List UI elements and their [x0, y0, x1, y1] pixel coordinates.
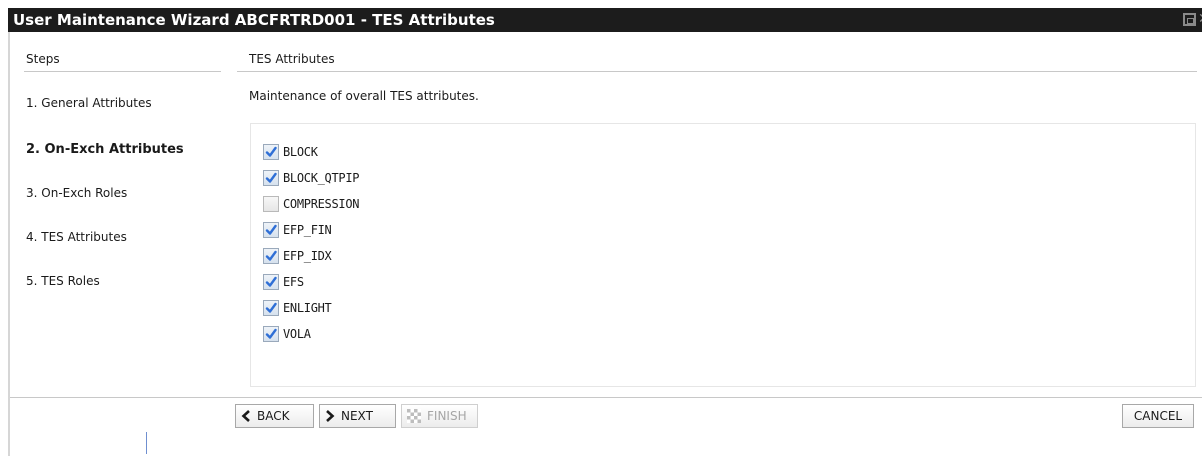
checkmark-icon	[265, 328, 277, 339]
cancel-button[interactable]: CANCEL	[1122, 404, 1194, 428]
checkbox-row-efs[interactable]: EFS	[263, 272, 304, 292]
checkmark-icon	[265, 276, 277, 287]
back-button-label: BACK	[257, 409, 290, 423]
checkbox-label: EFP_FIN	[283, 223, 332, 237]
step-tes-roles[interactable]: 5. TES Roles	[26, 274, 100, 288]
step-tes-attributes[interactable]: 4. TES Attributes	[26, 230, 127, 244]
back-button[interactable]: BACK	[235, 404, 314, 428]
checkered-flag-icon	[407, 409, 421, 423]
checkbox-row-block-qtpip[interactable]: BLOCK_QTPIP	[263, 168, 359, 188]
checkbox-label: BLOCK	[283, 145, 318, 159]
checkbox-row-efp-idx[interactable]: EFP_IDX	[263, 246, 332, 266]
checkbox-label: EFP_IDX	[283, 249, 332, 263]
checkbox[interactable]	[263, 248, 279, 264]
checkmark-icon	[265, 172, 277, 183]
next-button-label: NEXT	[341, 409, 373, 423]
step-on-exch-roles[interactable]: 3. On-Exch Roles	[26, 186, 127, 200]
step-general-attributes[interactable]: 1. General Attributes	[26, 96, 152, 110]
window-title: User Maintenance Wizard ABCFRTRD001 - TE…	[13, 11, 495, 29]
checkbox[interactable]	[263, 300, 279, 316]
checkbox-row-block[interactable]: BLOCK	[263, 142, 318, 162]
steps-header: Steps	[26, 52, 60, 66]
checkbox[interactable]	[263, 326, 279, 342]
checkbox-label: EFS	[283, 275, 304, 289]
checkbox-label: ENLIGHT	[283, 301, 332, 315]
window-left-border	[8, 32, 10, 456]
text-cursor	[146, 432, 147, 454]
checkbox[interactable]	[263, 170, 279, 186]
cancel-button-label: CANCEL	[1133, 409, 1183, 423]
checkmark-icon	[265, 146, 277, 157]
attributes-panel	[250, 123, 1196, 387]
checkbox-label: BLOCK_QTPIP	[283, 171, 360, 185]
window-titlebar: User Maintenance Wizard ABCFRTRD001 - TE…	[8, 8, 1202, 32]
chevron-right-icon	[325, 410, 335, 422]
checkbox-row-efp-fin[interactable]: EFP_FIN	[263, 220, 332, 240]
finish-button-label: FINISH	[427, 409, 467, 423]
checkbox-row-enlight[interactable]: ENLIGHT	[263, 298, 332, 318]
checkbox-row-compression[interactable]: COMPRESSION	[263, 194, 359, 214]
checkbox-label: COMPRESSION	[283, 197, 360, 211]
checkbox-row-vola[interactable]: VOLA	[263, 324, 311, 344]
close-icon[interactable]: ✕	[1198, 13, 1202, 26]
checkbox[interactable]	[263, 144, 279, 160]
next-button[interactable]: NEXT	[319, 404, 396, 428]
checkbox[interactable]	[263, 196, 279, 212]
checkmark-icon	[265, 224, 277, 235]
step-on-exch-attributes[interactable]: 2. On-Exch Attributes	[26, 142, 184, 157]
finish-button[interactable]: FINISH	[401, 404, 478, 428]
checkbox[interactable]	[263, 274, 279, 290]
footer-divider	[10, 397, 1202, 398]
chevron-left-icon	[241, 410, 251, 422]
checkbox[interactable]	[263, 222, 279, 238]
steps-divider	[24, 71, 221, 72]
section-divider	[237, 71, 1197, 72]
section-title: TES Attributes	[249, 52, 335, 66]
section-description: Maintenance of overall TES attributes.	[249, 89, 479, 103]
restore-icon[interactable]	[1183, 13, 1196, 26]
checkbox-label: VOLA	[283, 327, 311, 341]
checkmark-icon	[265, 250, 277, 261]
checkmark-icon	[265, 302, 277, 313]
